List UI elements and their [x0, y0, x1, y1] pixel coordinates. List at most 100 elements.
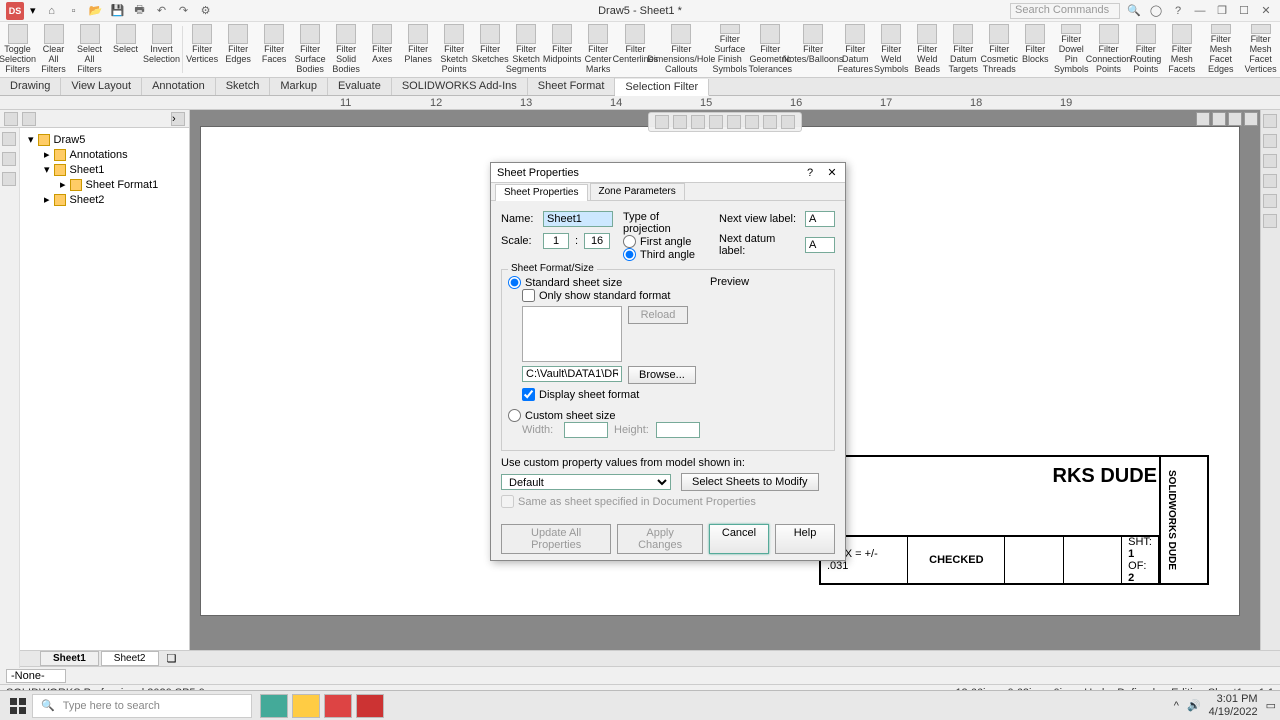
dialog-tab-sheet-props[interactable]: Sheet Properties — [495, 184, 588, 201]
ribbon-filter-edges[interactable]: Filter Edges — [221, 22, 257, 77]
gear-icon[interactable]: ⚙ — [198, 3, 214, 19]
taskbar-search[interactable]: 🔍 Type here to search — [32, 694, 252, 718]
cancel-button[interactable]: Cancel — [709, 524, 769, 554]
sidebar-nav-icon[interactable] — [2, 132, 16, 146]
tray-wifi-icon[interactable]: 🔊 — [1187, 699, 1201, 712]
custom-size-radio[interactable] — [508, 409, 521, 422]
tree-sheet2[interactable]: ▸Sheet2 — [24, 192, 185, 207]
ribbon-clear-filters[interactable]: Clear All Filters — [36, 22, 72, 77]
taskbar-app-icon[interactable] — [356, 694, 384, 718]
scale-a-input[interactable] — [543, 233, 569, 249]
ribbon-filter-vertices[interactable]: Filter Vertices — [185, 22, 221, 77]
help-button[interactable]: Help — [775, 524, 835, 554]
third-angle-radio[interactable] — [623, 248, 636, 261]
name-input[interactable] — [543, 211, 613, 227]
window-min-icon[interactable] — [1212, 112, 1226, 126]
restore-icon[interactable]: ❐ — [1214, 3, 1230, 19]
taskbar-app-icon[interactable] — [292, 694, 320, 718]
start-button[interactable] — [4, 694, 32, 718]
redo-icon[interactable]: ↷ — [176, 3, 192, 19]
sidebar-nav-icon[interactable] — [2, 152, 16, 166]
ribbon-filter-faces[interactable]: Filter Faces — [257, 22, 293, 77]
ribbon-filter-planes[interactable]: Filter Planes — [401, 22, 437, 77]
apply-button[interactable]: Apply Changes — [617, 524, 703, 554]
ribbon-toggle-filters[interactable]: Toggle Selection Filters — [0, 22, 36, 77]
tree-sheet-format1[interactable]: ▸Sheet Format1 — [24, 177, 185, 192]
reload-button[interactable]: Reload — [628, 306, 688, 324]
window-max-icon[interactable] — [1228, 112, 1242, 126]
tab-annotation[interactable]: Annotation — [142, 78, 216, 95]
sheet-tab-2[interactable]: Sheet2 — [101, 651, 159, 666]
select-sheets-button[interactable]: Select Sheets to Modify — [681, 473, 819, 491]
taskpane-icon[interactable] — [1263, 174, 1277, 188]
next-datum-input[interactable] — [805, 237, 835, 253]
open-icon[interactable]: 📂 — [88, 3, 104, 19]
user-icon[interactable]: ◯ — [1148, 3, 1164, 19]
format-listbox[interactable] — [522, 306, 622, 362]
help-icon[interactable]: ? — [1170, 3, 1186, 19]
view-icon[interactable] — [727, 115, 741, 129]
ribbon-filter-cosmetic[interactable]: Filter Cosmetic Threads — [982, 22, 1018, 77]
tab-sketch[interactable]: Sketch — [216, 78, 271, 95]
tree-annotations[interactable]: ▸Annotations — [24, 147, 185, 162]
view-icon[interactable] — [781, 115, 795, 129]
taskpane-icon[interactable] — [1263, 214, 1277, 228]
ribbon-filter-solid[interactable]: Filter Solid Bodies — [329, 22, 365, 77]
display-format-checkbox[interactable] — [522, 388, 535, 401]
tree-sheet1[interactable]: ▾Sheet1 — [24, 162, 185, 177]
ribbon-filter-dims[interactable]: Filter Dimensions/Hole Callouts — [655, 22, 708, 77]
update-props-button[interactable]: Update All Properties — [501, 524, 611, 554]
tab-drawing[interactable]: Drawing — [0, 78, 61, 95]
tray-clock[interactable]: 3:01 PM 4/19/2022 — [1209, 693, 1258, 717]
pan-icon[interactable] — [673, 115, 687, 129]
ribbon-filter-weldbead[interactable]: Filter Weld Beads — [910, 22, 946, 77]
zoom-icon[interactable] — [655, 115, 669, 129]
ribbon-filter-datumtgt[interactable]: Filter Datum Targets — [946, 22, 982, 77]
ribbon-filter-midpoints[interactable]: Filter Midpoints — [545, 22, 581, 77]
add-sheet-icon[interactable]: ❏ — [161, 652, 183, 665]
new-icon[interactable]: ▫ — [66, 3, 82, 19]
ribbon-filter-weldsym[interactable]: Filter Weld Symbols — [874, 22, 910, 77]
model-select[interactable]: Default — [501, 474, 671, 490]
tab-evaluate[interactable]: Evaluate — [328, 78, 392, 95]
ribbon-select[interactable]: Select — [108, 22, 144, 77]
format-path-input[interactable] — [522, 366, 622, 382]
tree-root[interactable]: ▾Draw5 — [24, 132, 185, 147]
scale-b-input[interactable] — [584, 233, 610, 249]
ribbon-filter-sketches[interactable]: Filter Sketches — [473, 22, 509, 77]
rotate-icon[interactable] — [691, 115, 705, 129]
maximize-icon[interactable]: ☐ — [1236, 3, 1252, 19]
sidebar-nav-icon[interactable] — [2, 172, 16, 186]
taskbar-app-icon[interactable] — [260, 694, 288, 718]
ribbon-filter-axes[interactable]: Filter Axes — [365, 22, 401, 77]
tab-view-layout[interactable]: View Layout — [61, 78, 142, 95]
only-std-checkbox[interactable] — [522, 289, 535, 302]
search-icon[interactable]: 🔍 — [1126, 3, 1142, 19]
print-icon[interactable]: 🖶 — [132, 3, 148, 19]
taskbar-app-icon[interactable] — [324, 694, 352, 718]
taskpane-icon[interactable] — [1263, 134, 1277, 148]
ribbon-filter-notes[interactable]: Filter Notes/Balloons — [789, 22, 837, 77]
ribbon-invert[interactable]: Invert Selection — [144, 22, 180, 77]
tab-sheet-format[interactable]: Sheet Format — [528, 78, 616, 95]
ribbon-filter-dowel[interactable]: Filter Dowel Pin Symbols — [1054, 22, 1090, 77]
dialog-help-icon[interactable]: ? — [803, 166, 817, 180]
view-icon[interactable] — [709, 115, 723, 129]
sidebar-tab-icon[interactable] — [22, 112, 36, 126]
taskpane-icon[interactable] — [1263, 194, 1277, 208]
layer-select[interactable]: -None- — [6, 669, 66, 683]
sidebar-expand-icon[interactable]: › — [171, 112, 185, 126]
menu-caret-icon[interactable]: ▾ — [30, 4, 36, 17]
dialog-tab-zone[interactable]: Zone Parameters — [590, 183, 685, 200]
home-icon[interactable]: ⌂ — [44, 3, 60, 19]
ribbon-filter-datumf[interactable]: Filter Datum Features — [838, 22, 874, 77]
view-icon[interactable] — [745, 115, 759, 129]
ribbon-filter-surface[interactable]: Filter Surface Bodies — [293, 22, 329, 77]
tab-selection-filter[interactable]: Selection Filter — [615, 79, 709, 96]
ribbon-filter-blocks[interactable]: Filter Blocks — [1018, 22, 1054, 77]
tray-chevron-icon[interactable]: ^ — [1174, 700, 1179, 712]
ribbon-filter-sfinish[interactable]: Filter Surface Finish Symbols — [708, 22, 752, 77]
ribbon-filter-connpts[interactable]: Filter Connection Points — [1090, 22, 1129, 77]
undo-icon[interactable]: ↶ — [154, 3, 170, 19]
ribbon-select-all-filters[interactable]: Select All Filters — [72, 22, 108, 77]
